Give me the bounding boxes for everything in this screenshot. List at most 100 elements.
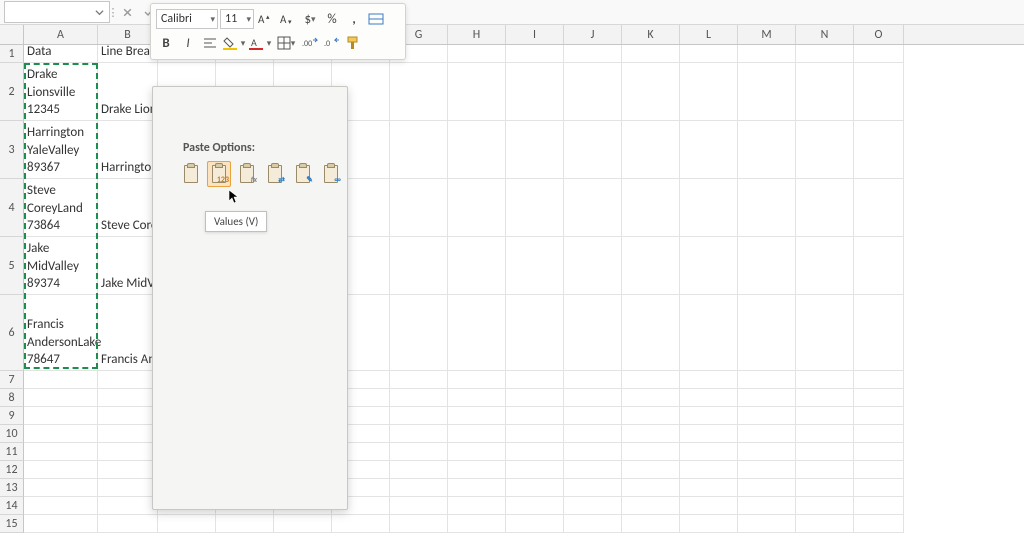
cell-empty[interactable] — [448, 389, 506, 407]
cell-empty[interactable] — [24, 515, 98, 533]
cell-empty[interactable] — [390, 179, 448, 237]
cell-empty[interactable] — [506, 45, 564, 63]
cell-empty[interactable] — [390, 443, 448, 461]
cell-empty[interactable] — [680, 45, 738, 63]
cell-empty[interactable] — [390, 389, 448, 407]
cell-empty[interactable] — [390, 121, 448, 179]
cell-empty[interactable] — [390, 497, 448, 515]
row-header[interactable]: 14 — [0, 497, 24, 515]
cell-empty[interactable] — [506, 461, 564, 479]
cell-empty[interactable] — [564, 479, 622, 497]
cell-empty[interactable] — [506, 425, 564, 443]
cell-empty[interactable] — [564, 63, 622, 121]
cell-empty[interactable] — [854, 515, 904, 533]
cell-empty[interactable] — [854, 479, 904, 497]
cell-empty[interactable] — [448, 63, 506, 121]
cell-empty[interactable] — [564, 295, 622, 371]
cell-empty[interactable] — [98, 479, 158, 497]
format-painter-icon[interactable] — [344, 33, 364, 53]
decrease-font-icon[interactable]: A▾ — [278, 9, 298, 29]
cell-empty[interactable] — [622, 45, 680, 63]
cell-A4[interactable]: Steve CoreyLand 73864 — [24, 179, 98, 237]
cell-empty[interactable] — [738, 179, 796, 237]
cell-empty[interactable] — [854, 295, 904, 371]
merge-cells-icon[interactable] — [366, 9, 386, 29]
cell-empty[interactable] — [680, 63, 738, 121]
row-header[interactable]: 1 — [0, 45, 24, 63]
cell-B2[interactable]: Drake Lionsville 12345 — [98, 63, 158, 121]
cell-empty[interactable] — [854, 497, 904, 515]
cell-empty[interactable] — [854, 121, 904, 179]
column-header[interactable]: N — [796, 25, 854, 44]
cell-empty[interactable] — [564, 407, 622, 425]
cell-empty[interactable] — [854, 389, 904, 407]
column-header[interactable]: B — [98, 25, 158, 44]
comma-style-button[interactable]: , — [344, 9, 364, 29]
cell-empty[interactable] — [564, 461, 622, 479]
borders-icon[interactable]: ▾ — [274, 33, 298, 53]
cell-empty[interactable] — [564, 389, 622, 407]
cell-empty[interactable] — [738, 443, 796, 461]
cell-empty[interactable] — [680, 389, 738, 407]
cell-empty[interactable] — [738, 461, 796, 479]
cell-empty[interactable] — [448, 371, 506, 389]
cell-empty[interactable] — [854, 443, 904, 461]
cell-empty[interactable] — [796, 479, 854, 497]
cell-A5[interactable]: Jake MidValley 89374 — [24, 237, 98, 295]
cell-empty[interactable] — [680, 515, 738, 533]
cell-empty[interactable] — [24, 407, 98, 425]
row-header[interactable]: 4 — [0, 179, 24, 237]
cell-empty[interactable] — [448, 497, 506, 515]
cell-empty[interactable] — [796, 389, 854, 407]
cell-empty[interactable] — [622, 425, 680, 443]
cell-empty[interactable] — [796, 497, 854, 515]
cell-empty[interactable] — [448, 461, 506, 479]
paste-option-formatting[interactable]: ✎ — [291, 161, 315, 187]
currency-button[interactable]: $▾ — [300, 9, 320, 29]
cell-empty[interactable] — [98, 425, 158, 443]
cell-empty[interactable] — [796, 237, 854, 295]
cell-empty[interactable] — [796, 63, 854, 121]
cell-empty[interactable] — [854, 425, 904, 443]
cell-empty[interactable] — [506, 295, 564, 371]
cell-empty[interactable] — [680, 237, 738, 295]
cell-empty[interactable] — [796, 121, 854, 179]
cell-empty[interactable] — [390, 407, 448, 425]
cell-empty[interactable] — [448, 45, 506, 63]
cell-empty[interactable] — [24, 425, 98, 443]
cell-empty[interactable] — [448, 121, 506, 179]
cell-empty[interactable] — [390, 237, 448, 295]
cell-empty[interactable] — [24, 479, 98, 497]
cell-empty[interactable] — [448, 479, 506, 497]
row-header[interactable]: 3 — [0, 121, 24, 179]
cell-empty[interactable] — [506, 389, 564, 407]
cell-empty[interactable] — [448, 515, 506, 533]
cell-empty[interactable] — [506, 63, 564, 121]
cell-empty[interactable] — [390, 371, 448, 389]
cell-empty[interactable] — [448, 295, 506, 371]
cell-empty[interactable] — [680, 461, 738, 479]
cell-empty[interactable] — [738, 63, 796, 121]
cell-empty[interactable] — [680, 479, 738, 497]
decrease-decimal-icon[interactable]: .0 — [322, 33, 342, 53]
cell-empty[interactable] — [98, 407, 158, 425]
cell-empty[interactable] — [564, 371, 622, 389]
font-color-icon[interactable]: A▾ — [248, 33, 272, 53]
cell-empty[interactable] — [622, 443, 680, 461]
cell-empty[interactable] — [738, 121, 796, 179]
cell-empty[interactable] — [680, 295, 738, 371]
cell-empty[interactable] — [564, 179, 622, 237]
column-header[interactable]: H — [448, 25, 506, 44]
cell-empty[interactable] — [738, 295, 796, 371]
italic-button[interactable]: I — [178, 33, 198, 53]
cell-empty[interactable] — [738, 237, 796, 295]
cell-empty[interactable] — [98, 461, 158, 479]
cell-empty[interactable] — [216, 515, 274, 533]
row-header[interactable]: 10 — [0, 425, 24, 443]
column-header[interactable]: K — [622, 25, 680, 44]
paste-option-formulas[interactable]: fx — [235, 161, 259, 187]
cell-empty[interactable] — [506, 179, 564, 237]
cell-empty[interactable] — [738, 407, 796, 425]
cell-empty[interactable] — [796, 443, 854, 461]
increase-font-icon[interactable]: A▴ — [256, 9, 276, 29]
